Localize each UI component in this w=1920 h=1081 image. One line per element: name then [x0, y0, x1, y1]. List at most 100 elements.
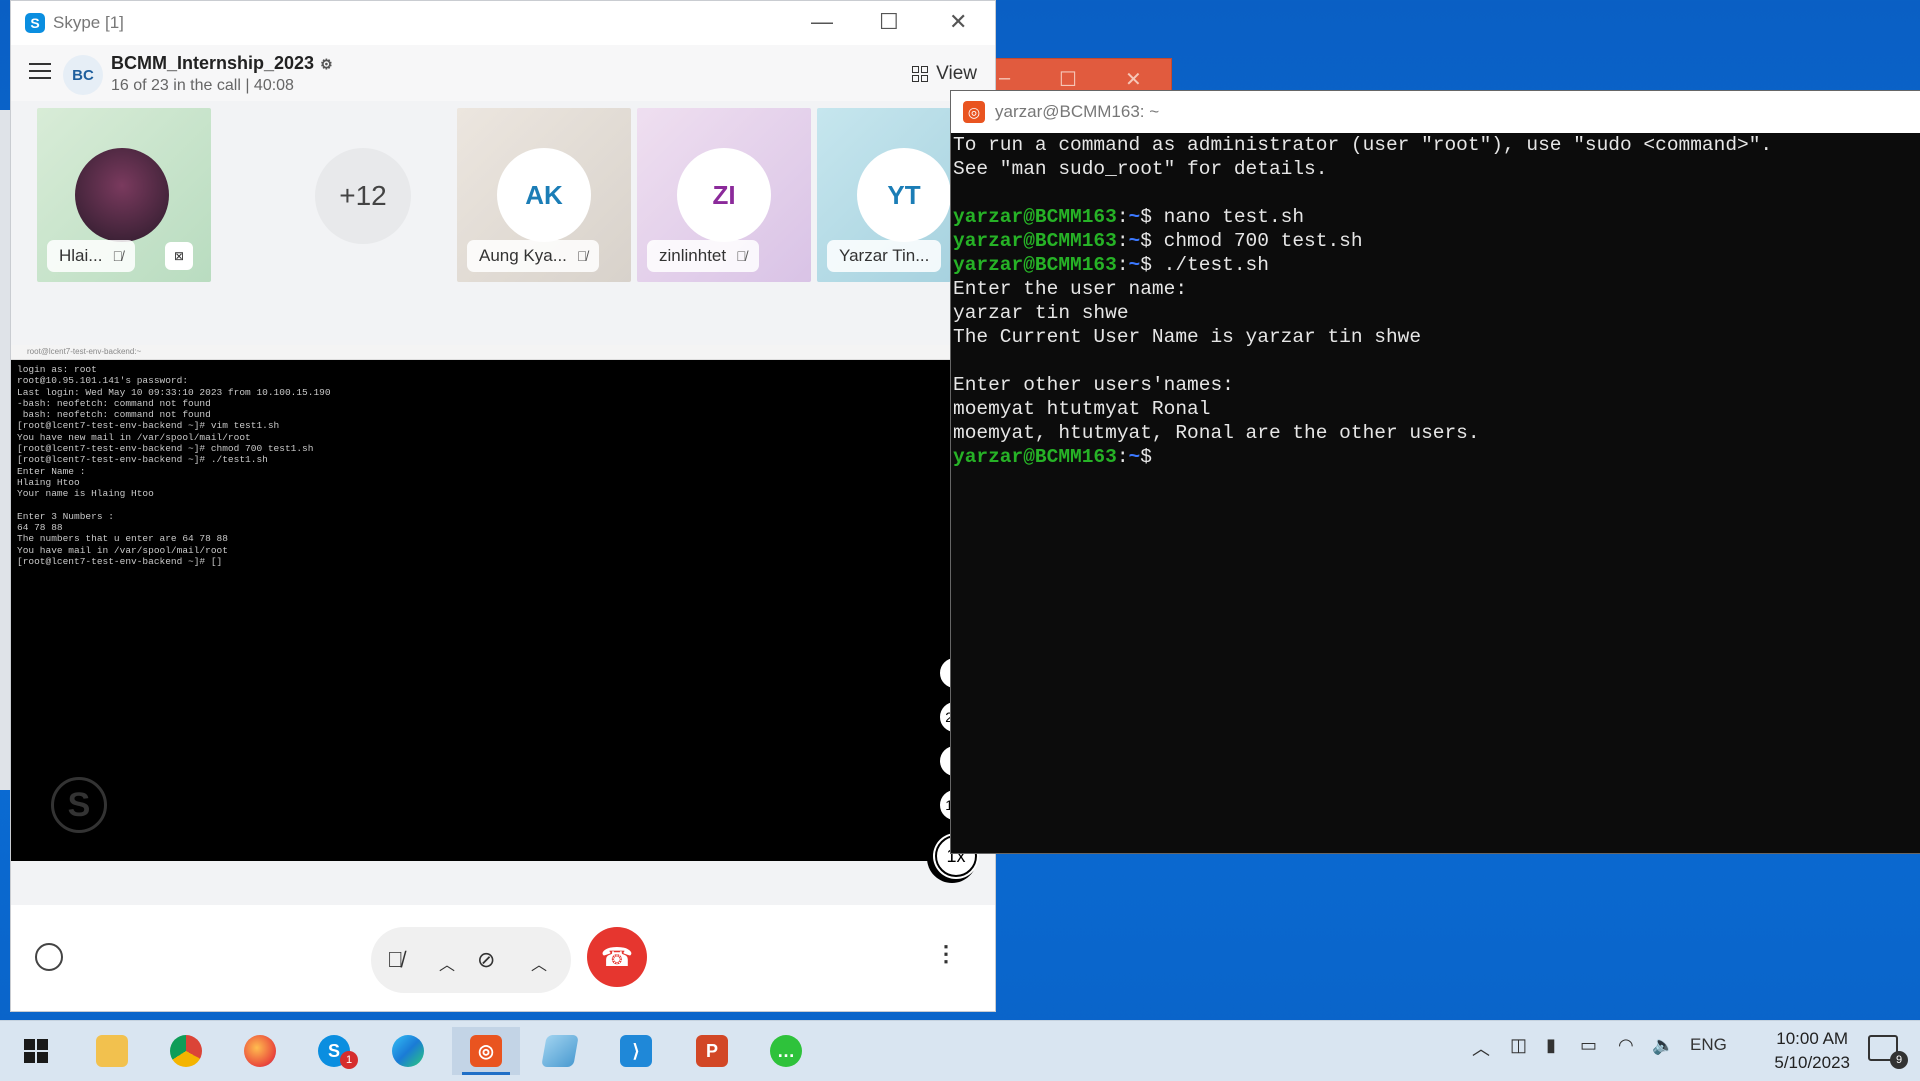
prompt-path: ~	[1128, 254, 1141, 276]
settings-icon[interactable]: ⚙	[320, 56, 333, 72]
chat-icon[interactable]	[35, 943, 63, 971]
prompt-user: yarzar@BCMM163	[953, 446, 1117, 468]
participant-avatar: AK	[497, 148, 591, 242]
terminal-line: Enter other users'names:	[953, 374, 1234, 396]
terminal-line: Enter the user name:	[953, 278, 1188, 300]
line-button[interactable]: …	[752, 1027, 820, 1075]
prompt-path: ~	[1128, 206, 1141, 228]
microphone-icon[interactable]: ▮	[1546, 1035, 1556, 1056]
notification-count: 9	[1890, 1051, 1908, 1069]
language-indicator[interactable]: ENG	[1690, 1035, 1727, 1055]
participant-avatar: YT	[857, 148, 951, 242]
terminal-prompt-line: yarzar@BCMM163:~$ ./test.sh	[953, 254, 1269, 276]
mic-off-icon: 🎙̸	[736, 248, 747, 264]
vscode-icon: ⟩	[620, 1035, 652, 1067]
participant-tile[interactable]: Hlai... 🎙̸ ⊠	[37, 108, 211, 282]
notepad-icon	[541, 1035, 579, 1067]
camera-options-chevron-icon[interactable]: ︿	[531, 951, 547, 975]
file-explorer-button[interactable]	[78, 1027, 146, 1075]
terminal-prompt-line: yarzar@BCMM163:~$	[953, 446, 1164, 468]
participant-name: zinlinhtet	[659, 246, 727, 265]
mic-options-chevron-icon[interactable]: ︿	[439, 951, 455, 975]
media-controls: 🎙̸ ︿ ⊘ ︿	[371, 927, 571, 993]
mic-off-icon: 🎙̸	[576, 248, 588, 264]
firefox-icon	[244, 1035, 276, 1067]
window-title: Skype [1]	[53, 13, 124, 32]
skype-titlebar: S Skype [1] — ☐ ✕	[11, 1, 995, 45]
folder-icon	[96, 1035, 128, 1067]
terminal-titlebar: ◎ yarzar@BCMM163: ~	[951, 91, 1920, 133]
skype-watermark-icon: S	[51, 777, 107, 833]
minimize-button[interactable]: —	[811, 9, 833, 35]
prompt-path: ~	[1128, 446, 1141, 468]
screen-share-icon: ⊠	[165, 242, 193, 270]
call-header: BC BCMM_Internship_2023 ⚙ 16 of 23 in the…	[11, 45, 995, 101]
powerpoint-button[interactable]: P	[678, 1027, 746, 1075]
skype-taskbar-button[interactable]: S 1	[300, 1027, 368, 1075]
menu-icon[interactable]	[29, 63, 51, 84]
show-hidden-icons-chevron-icon[interactable]: ︿	[1472, 1035, 1490, 1061]
terminal-line: The Current User Name is yarzar tin shwe	[953, 326, 1422, 348]
firefox-button[interactable]	[226, 1027, 294, 1075]
shared-terminal-output: login as: root root@10.95.101.141's pass…	[17, 364, 331, 568]
call-title-text: BCMM_Internship_2023	[111, 53, 315, 73]
volume-icon[interactable]: 🔈	[1652, 1035, 1674, 1056]
terminal-line: See "man sudo_root" for details.	[953, 158, 1328, 180]
participant-avatar	[75, 148, 169, 242]
call-title: BCMM_Internship_2023 ⚙	[111, 53, 333, 74]
clock-date: 5/10/2023	[1774, 1053, 1850, 1072]
more-options-button[interactable]: ⋮	[935, 941, 957, 967]
prompt-user: yarzar@BCMM163	[953, 254, 1117, 276]
terminal-line: moemyat, htutmyat, Ronal are the other u…	[953, 422, 1480, 444]
grid-icon	[912, 66, 929, 82]
shared-screen: root@lcent7-test-env-backend:~ login as:…	[11, 345, 951, 861]
wifi-icon[interactable]: ◠	[1618, 1035, 1634, 1056]
terminal-output[interactable]: To run a command as administrator (user …	[951, 133, 1920, 469]
skype-badge: 1	[340, 1051, 358, 1069]
close-button[interactable]: ✕	[949, 9, 967, 35]
vscode-button[interactable]: ⟩	[602, 1027, 670, 1075]
meet-icon[interactable]: ◫	[1510, 1035, 1527, 1056]
prompt-command: $ chmod 700 test.sh	[1140, 230, 1363, 252]
participant-name: Hlai...	[59, 246, 103, 265]
notepad-button[interactable]	[526, 1027, 594, 1075]
chrome-button[interactable]	[152, 1027, 220, 1075]
camera-off-button[interactable]: ⊘	[477, 947, 495, 973]
participant-strip: Hlai... 🎙̸ ⊠ +12 AK Aung Kya... 🎙̸ ZI zi…	[27, 108, 997, 284]
prompt-path: ~	[1128, 230, 1141, 252]
participant-tile[interactable]: AK Aung Kya... 🎙̸	[457, 108, 631, 282]
view-button[interactable]: View	[912, 63, 977, 85]
terminal-prompt-line: yarzar@BCMM163:~$ nano test.sh	[953, 206, 1305, 228]
participant-label: zinlinhtet 🎙̸	[647, 240, 759, 272]
ubuntu-taskbar-button[interactable]: ◎	[452, 1027, 520, 1075]
minimize-icon: –	[999, 67, 1011, 89]
close-icon: ✕	[1125, 69, 1142, 91]
call-status: 16 of 23 in the call | 40:08	[111, 77, 294, 94]
maximize-button[interactable]: ☐	[879, 9, 899, 35]
participant-label: Aung Kya... 🎙̸	[467, 240, 600, 272]
participant-tile[interactable]: ZI zinlinhtet 🎙̸	[637, 108, 811, 282]
terminal-line: moemyat htutmyat Ronal	[953, 398, 1211, 420]
ubuntu-terminal-window: ◎ yarzar@BCMM163: ~ To run a command as …	[950, 90, 1920, 854]
battery-icon[interactable]: ▭	[1580, 1035, 1597, 1056]
start-button[interactable]	[2, 1027, 70, 1075]
powerpoint-icon: P	[696, 1035, 728, 1067]
mic-off-button[interactable]: 🎙̸	[387, 947, 404, 973]
group-avatar[interactable]: BC	[63, 55, 103, 95]
participant-name: Yarzar Tin...	[839, 246, 930, 265]
skype-logo-icon: S	[25, 13, 45, 33]
more-participants-button[interactable]: +12	[315, 148, 411, 244]
terminal-prompt-line: yarzar@BCMM163:~$ chmod 700 test.sh	[953, 230, 1363, 252]
participant-label: Yarzar Tin...	[827, 240, 942, 272]
view-label: View	[936, 63, 977, 84]
terminal-line: yarzar tin shwe	[953, 302, 1129, 324]
chrome-icon	[170, 1035, 202, 1067]
edge-button[interactable]	[374, 1027, 442, 1075]
clock[interactable]: 10:00 AM 5/10/2023	[1774, 1027, 1850, 1075]
participant-name: Aung Kya...	[479, 246, 567, 265]
skype-window: S Skype [1] — ☐ ✕ BC BCMM_Internship_202…	[10, 0, 996, 1012]
participant-tile[interactable]: YT Yarzar Tin...	[817, 108, 951, 282]
shared-window-title: root@lcent7-test-env-backend:~	[11, 345, 951, 360]
end-call-button[interactable]: ☎	[587, 927, 647, 987]
